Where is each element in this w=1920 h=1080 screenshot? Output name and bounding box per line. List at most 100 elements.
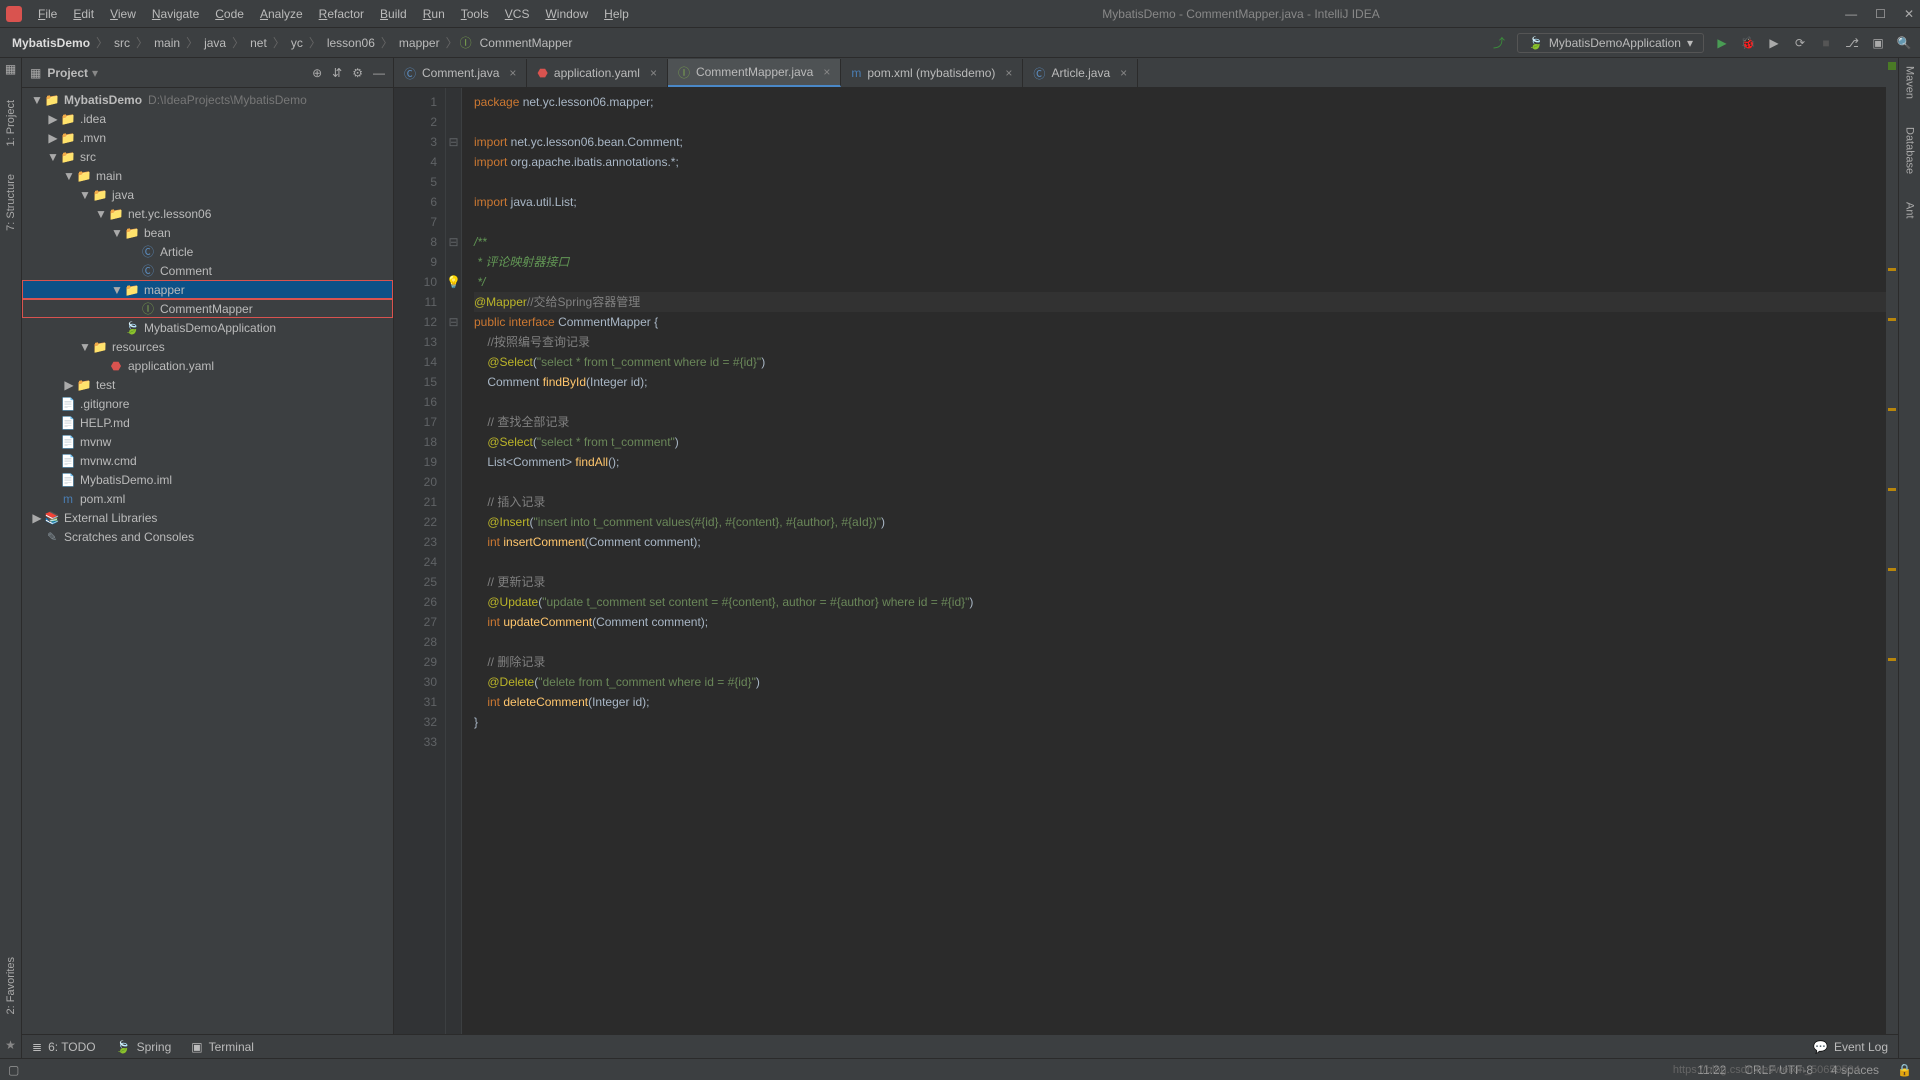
fold-icon[interactable]: ▼: [110, 283, 124, 297]
warning-mark[interactable]: [1888, 488, 1896, 491]
tree-node[interactable]: ▼📁MybatisDemoD:\IdeaProjects\MybatisDemo: [22, 90, 393, 109]
warning-mark[interactable]: [1888, 268, 1896, 271]
menu-build[interactable]: Build: [372, 7, 415, 21]
fold-icon[interactable]: ▼: [78, 188, 92, 202]
tool-window-button[interactable]: 🍃Spring: [116, 1040, 172, 1054]
stripe-database[interactable]: Database: [1904, 123, 1916, 178]
tree-node[interactable]: 🍃MybatisDemoApplication: [22, 318, 393, 337]
project-tool-icon[interactable]: ▦: [5, 62, 16, 76]
close-icon[interactable]: ✕: [1904, 7, 1914, 21]
fold-icon[interactable]: ▼: [110, 226, 124, 240]
breadcrumb[interactable]: net: [246, 36, 271, 50]
tree-node[interactable]: ▼📁mapper: [22, 280, 393, 299]
tree-node[interactable]: ⒾCommentMapper: [22, 299, 393, 318]
tree-node[interactable]: 📄mvnw.cmd: [22, 451, 393, 470]
editor-tab[interactable]: ⒸComment.java×: [394, 59, 527, 87]
tool-window-button[interactable]: ≣6: TODO: [32, 1040, 96, 1054]
profile-icon[interactable]: ⟳: [1792, 35, 1808, 51]
tree-node[interactable]: 📄HELP.md: [22, 413, 393, 432]
maximize-icon[interactable]: ☐: [1875, 7, 1886, 21]
fold-icon[interactable]: ▼: [46, 150, 60, 164]
fold-icon[interactable]: ▼: [30, 93, 44, 107]
editor-tab[interactable]: ⒾCommentMapper.java×: [668, 59, 841, 87]
menu-edit[interactable]: Edit: [65, 7, 102, 21]
coverage-icon[interactable]: ▶: [1766, 35, 1782, 51]
tree-node[interactable]: mpom.xml: [22, 489, 393, 508]
menu-tools[interactable]: Tools: [453, 7, 497, 21]
stripe-project[interactable]: 1: Project: [5, 96, 17, 150]
tree-node[interactable]: ▼📁resources: [22, 337, 393, 356]
tab-close-icon[interactable]: ×: [1005, 66, 1012, 80]
locate-icon[interactable]: ⊕: [312, 66, 322, 80]
status-toggle-icon[interactable]: ▢: [8, 1063, 19, 1077]
menu-window[interactable]: Window: [537, 7, 596, 21]
breadcrumb[interactable]: yc: [287, 36, 307, 50]
tree-node[interactable]: ▶📁test: [22, 375, 393, 394]
star-icon[interactable]: ★: [5, 1038, 16, 1052]
editor-tab[interactable]: mpom.xml (mybatisdemo)×: [841, 59, 1023, 87]
menu-vcs[interactable]: VCS: [497, 7, 538, 21]
gear-icon[interactable]: ⚙: [352, 66, 363, 80]
warning-mark[interactable]: [1888, 568, 1896, 571]
tool-window-button[interactable]: ▣Terminal: [191, 1040, 254, 1054]
breadcrumb[interactable]: java: [200, 36, 230, 50]
tree-node[interactable]: ✎Scratches and Consoles: [22, 527, 393, 546]
tree-node[interactable]: ▼📁java: [22, 185, 393, 204]
stripe-maven[interactable]: Maven: [1904, 62, 1916, 103]
fold-icon[interactable]: ▼: [94, 207, 108, 221]
tree-node[interactable]: 📄MybatisDemo.iml: [22, 470, 393, 489]
tree-node[interactable]: ▼📁main: [22, 166, 393, 185]
breadcrumb[interactable]: CommentMapper: [476, 36, 577, 50]
fold-icon[interactable]: ▶: [46, 131, 60, 145]
menu-file[interactable]: File: [30, 7, 65, 21]
breadcrumb[interactable]: src: [110, 36, 134, 50]
event-log-button[interactable]: 💬 Event Log: [1813, 1040, 1888, 1054]
chevron-down-icon[interactable]: ▾: [92, 66, 98, 80]
project-tree[interactable]: ▼📁MybatisDemoD:\IdeaProjects\MybatisDemo…: [22, 88, 393, 1058]
tab-close-icon[interactable]: ×: [823, 65, 830, 79]
editor-tab[interactable]: ⒸArticle.java×: [1023, 59, 1138, 87]
tree-node[interactable]: ▶📚External Libraries: [22, 508, 393, 527]
tree-node[interactable]: ⒸComment: [22, 261, 393, 280]
menu-view[interactable]: View: [102, 7, 144, 21]
tree-node[interactable]: ⒸArticle: [22, 242, 393, 261]
menu-run[interactable]: Run: [415, 7, 453, 21]
fold-icon[interactable]: ▼: [62, 169, 76, 183]
fold-icon[interactable]: ▼: [78, 340, 92, 354]
lock-icon[interactable]: 🔒: [1897, 1063, 1912, 1077]
stripe-ant[interactable]: Ant: [1904, 198, 1916, 223]
breadcrumb[interactable]: MybatisDemo: [8, 36, 94, 50]
stripe-favorites[interactable]: 2: Favorites: [5, 953, 17, 1018]
tree-node[interactable]: ▶📁.mvn: [22, 128, 393, 147]
tab-close-icon[interactable]: ×: [1120, 66, 1127, 80]
tree-node[interactable]: 📄mvnw: [22, 432, 393, 451]
debug-icon[interactable]: 🐞: [1740, 35, 1756, 51]
run-config-selector[interactable]: 🍃 MybatisDemoApplication ▾: [1517, 33, 1704, 53]
warning-mark[interactable]: [1888, 318, 1896, 321]
menu-help[interactable]: Help: [596, 7, 637, 21]
menu-analyze[interactable]: Analyze: [252, 7, 311, 21]
editor[interactable]: 1234567891011121314151617181920212223242…: [394, 88, 1898, 1058]
tab-close-icon[interactable]: ×: [509, 66, 516, 80]
tab-close-icon[interactable]: ×: [650, 66, 657, 80]
fold-icon[interactable]: ▶: [30, 511, 44, 525]
breadcrumb[interactable]: main: [150, 36, 184, 50]
run-icon[interactable]: ▶: [1714, 35, 1730, 51]
fold-icon[interactable]: ▶: [62, 378, 76, 392]
vcs-icon[interactable]: ⎇: [1844, 35, 1860, 51]
tree-node[interactable]: ▶📁.idea: [22, 109, 393, 128]
tree-node[interactable]: ▼📁src: [22, 147, 393, 166]
menu-code[interactable]: Code: [207, 7, 252, 21]
editor-tab[interactable]: ⬣application.yaml×: [527, 59, 668, 87]
warning-mark[interactable]: [1888, 658, 1896, 661]
menu-navigate[interactable]: Navigate: [144, 7, 207, 21]
minimize-icon[interactable]: —: [1845, 7, 1857, 21]
fold-icon[interactable]: ▶: [46, 112, 60, 126]
hide-icon[interactable]: —: [373, 66, 385, 80]
tree-node[interactable]: 📄.gitignore: [22, 394, 393, 413]
expand-icon[interactable]: ⇵: [332, 66, 342, 80]
warning-mark[interactable]: [1888, 408, 1896, 411]
search-icon[interactable]: 🔍: [1896, 35, 1912, 51]
menu-refactor[interactable]: Refactor: [311, 7, 372, 21]
breadcrumb[interactable]: lesson06: [323, 36, 379, 50]
